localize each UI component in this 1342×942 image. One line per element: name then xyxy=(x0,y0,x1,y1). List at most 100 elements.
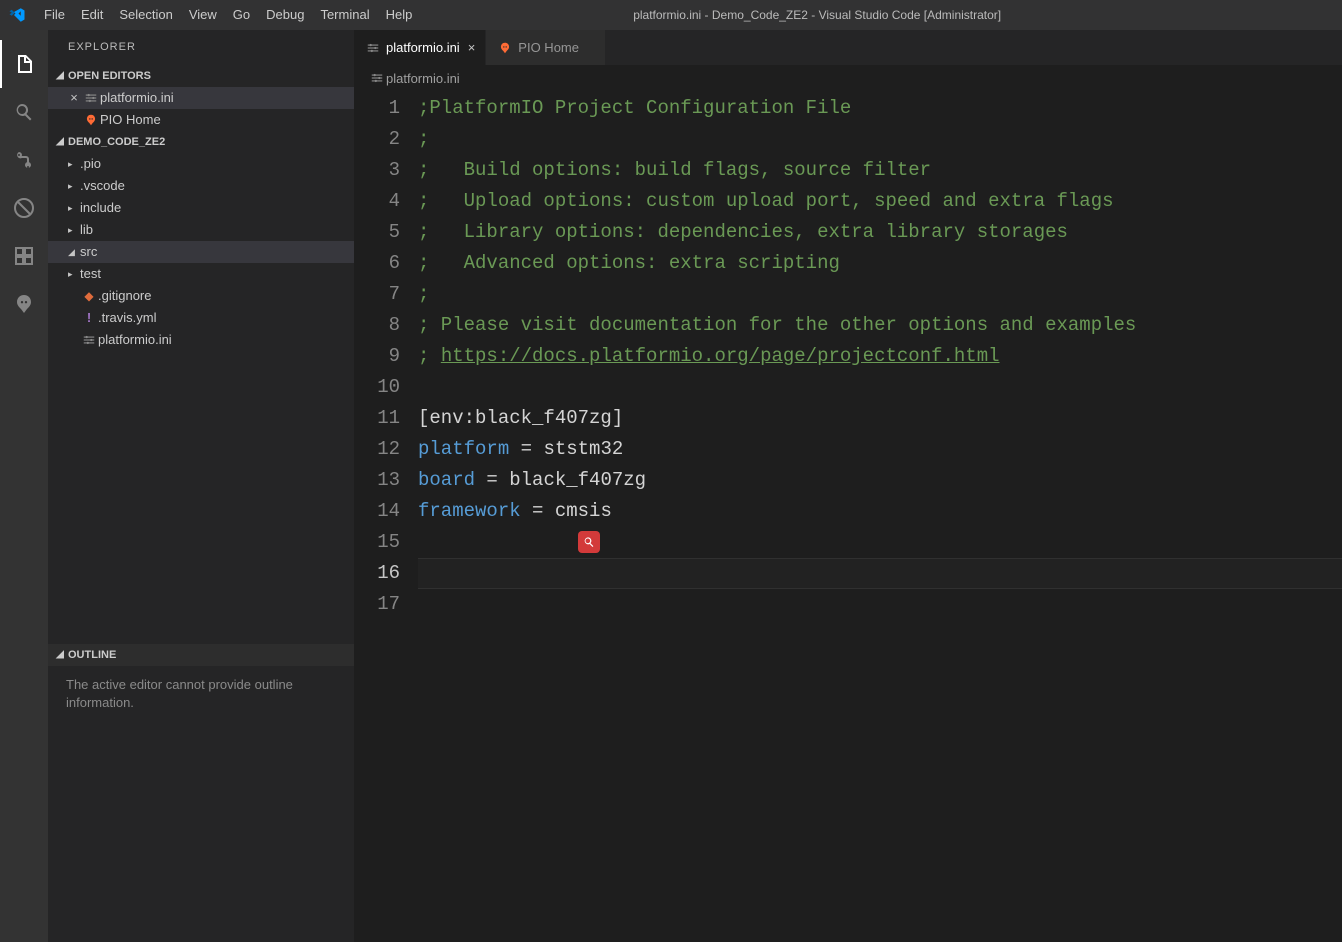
outline-message: The active editor cannot provide outline… xyxy=(48,666,354,722)
code-line[interactable]: [env:black_f407zg] xyxy=(418,403,1342,434)
pio-icon xyxy=(496,41,514,55)
editor-tabs: platformio.ini× PIO Home xyxy=(354,30,1342,65)
line-number: 8 xyxy=(354,310,400,341)
folder-item[interactable]: ▸test xyxy=(48,263,354,285)
activity-debug-icon[interactable] xyxy=(0,184,48,232)
open-editor-label: platformio.ini xyxy=(100,87,174,109)
line-number: 1 xyxy=(354,93,400,124)
line-number: 7 xyxy=(354,279,400,310)
line-number: 10 xyxy=(354,372,400,403)
code-line[interactable]: framework = cmsis xyxy=(418,496,1342,527)
vscode-logo-icon xyxy=(8,6,26,24)
tree-item-label: .pio xyxy=(80,153,101,175)
code-line[interactable] xyxy=(418,589,1342,620)
code-line[interactable] xyxy=(418,558,1342,589)
tree-item-label: include xyxy=(80,197,121,219)
code-line[interactable]: ; Library options: dependencies, extra l… xyxy=(418,217,1342,248)
chevron-right-icon: ▸ xyxy=(68,175,80,197)
activity-bar xyxy=(0,30,48,942)
line-number: 13 xyxy=(354,465,400,496)
settings-icon xyxy=(80,333,98,347)
open-editors-header[interactable]: ◢ OPEN EDITORS xyxy=(48,65,354,87)
open-editors-list: × platformio.iniPIO Home xyxy=(48,87,354,131)
open-editor-item[interactable]: PIO Home xyxy=(48,109,354,131)
breadcrumbs[interactable]: platformio.ini xyxy=(354,65,1342,91)
menu-file[interactable]: File xyxy=(36,0,73,30)
editor-tab[interactable]: platformio.ini× xyxy=(354,30,486,65)
close-icon[interactable]: × xyxy=(66,87,82,109)
activity-pio-icon[interactable] xyxy=(0,280,48,328)
breadcrumb-label: platformio.ini xyxy=(386,71,460,86)
yaml-icon: ! xyxy=(80,307,98,329)
tree-item-label: .vscode xyxy=(80,175,125,197)
folder-item[interactable]: ▸include xyxy=(48,197,354,219)
line-number: 12 xyxy=(354,434,400,465)
menu-selection[interactable]: Selection xyxy=(111,0,180,30)
code-line[interactable]: ;PlatformIO Project Configuration File xyxy=(418,93,1342,124)
open-editor-item[interactable]: × platformio.ini xyxy=(48,87,354,109)
file-item[interactable]: ◆.gitignore xyxy=(48,285,354,307)
chevron-down-icon: ◢ xyxy=(52,131,68,153)
menu-help[interactable]: Help xyxy=(378,0,421,30)
tree-item-label: src xyxy=(80,241,97,263)
activity-explorer-icon[interactable] xyxy=(0,40,48,88)
open-editors-label: OPEN EDITORS xyxy=(68,65,151,87)
chevron-right-icon: ▸ xyxy=(68,153,80,175)
line-number: 9 xyxy=(354,341,400,372)
settings-icon xyxy=(364,41,382,55)
close-icon[interactable]: × xyxy=(468,40,476,55)
line-number: 16 xyxy=(354,558,400,589)
code-line[interactable]: ; Upload options: custom upload port, sp… xyxy=(418,186,1342,217)
tree-item-label: platformio.ini xyxy=(98,329,172,351)
chevron-right-icon: ▸ xyxy=(68,219,80,241)
search-lozenge-icon[interactable] xyxy=(578,531,600,553)
chevron-down-icon: ◢ xyxy=(52,65,68,87)
activity-extensions-icon[interactable] xyxy=(0,232,48,280)
menu-debug[interactable]: Debug xyxy=(258,0,312,30)
code-line[interactable]: platform = ststm32 xyxy=(418,434,1342,465)
folder-item[interactable]: ▸.pio xyxy=(48,153,354,175)
file-item[interactable]: platformio.ini xyxy=(48,329,354,351)
line-number: 6 xyxy=(354,248,400,279)
code-line[interactable] xyxy=(418,527,1342,558)
menu-edit[interactable]: Edit xyxy=(73,0,111,30)
activity-scm-icon[interactable] xyxy=(0,136,48,184)
menu-view[interactable]: View xyxy=(181,0,225,30)
folder-item[interactable]: ▸.vscode xyxy=(48,175,354,197)
tab-label: PIO Home xyxy=(518,40,579,55)
project-tree: ▸.pio▸.vscode▸include▸lib◢src▸test◆.giti… xyxy=(48,153,354,351)
line-number: 11 xyxy=(354,403,400,434)
code-line[interactable]: ; Advanced options: extra scripting xyxy=(418,248,1342,279)
window-title: platformio.ini - Demo_Code_ZE2 - Visual … xyxy=(420,8,1214,22)
menu-bar: FileEditSelectionViewGoDebugTerminalHelp xyxy=(36,0,420,30)
code-line[interactable]: ; https://docs.platformio.org/page/proje… xyxy=(418,341,1342,372)
project-header[interactable]: ◢ DEMO_CODE_ZE2 xyxy=(48,131,354,153)
git-icon: ◆ xyxy=(80,285,98,307)
editor-tab[interactable]: PIO Home xyxy=(486,30,606,65)
code-line[interactable]: ; xyxy=(418,124,1342,155)
code-content[interactable]: ;PlatformIO Project Configuration File;;… xyxy=(418,93,1342,942)
folder-item[interactable]: ◢src xyxy=(48,241,354,263)
code-line[interactable] xyxy=(418,372,1342,403)
folder-item[interactable]: ▸lib xyxy=(48,219,354,241)
menu-terminal[interactable]: Terminal xyxy=(312,0,377,30)
line-number: 4 xyxy=(354,186,400,217)
code-line[interactable]: ; Please visit documentation for the oth… xyxy=(418,310,1342,341)
editor-group: platformio.ini× PIO Home platformio.ini 1… xyxy=(354,30,1342,942)
tree-item-label: .travis.yml xyxy=(98,307,157,329)
file-item[interactable]: !.travis.yml xyxy=(48,307,354,329)
code-line[interactable]: ; Build options: build flags, source fil… xyxy=(418,155,1342,186)
chevron-right-icon: ▸ xyxy=(68,263,80,285)
code-line[interactable]: ; xyxy=(418,279,1342,310)
settings-icon xyxy=(368,71,386,85)
project-label: DEMO_CODE_ZE2 xyxy=(68,131,165,153)
outline-header[interactable]: ◢ OUTLINE xyxy=(48,644,354,666)
settings-icon xyxy=(82,91,100,105)
code-line[interactable]: board = black_f407zg xyxy=(418,465,1342,496)
code-editor[interactable]: 1234567891011121314151617 ;PlatformIO Pr… xyxy=(354,91,1342,942)
chevron-right-icon: ▸ xyxy=(68,197,80,219)
activity-search-icon[interactable] xyxy=(0,88,48,136)
menu-go[interactable]: Go xyxy=(225,0,258,30)
line-number: 5 xyxy=(354,217,400,248)
pio-icon xyxy=(82,113,100,127)
